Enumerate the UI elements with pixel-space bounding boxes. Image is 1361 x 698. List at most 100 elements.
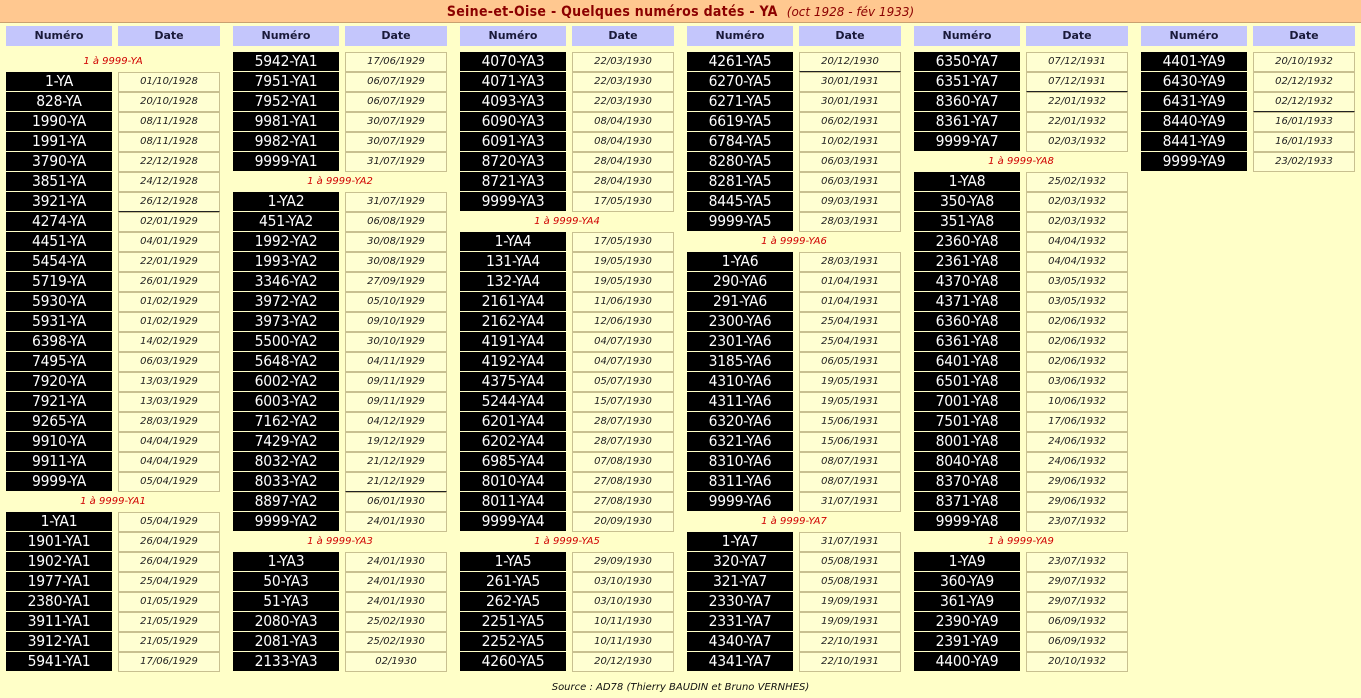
- plate-number: 132-YA4: [460, 272, 566, 291]
- plate-number: 9999-YA5: [687, 212, 793, 231]
- plate-date: 10/06/1932: [1026, 392, 1128, 412]
- header-date: Date: [345, 26, 447, 46]
- title-subtitle: (oct 1928 - fév 1933): [786, 5, 915, 19]
- table-row: 2300-YA6 25/04/1931: [687, 312, 901, 332]
- plate-number: 3790-YA: [6, 152, 112, 171]
- plate-date: 25/02/1932: [1026, 172, 1128, 192]
- plate-date: 20/09/1930: [572, 512, 674, 532]
- table-row: 291-YA6 01/04/1931: [687, 292, 901, 312]
- plate-number: 1-YA6: [687, 252, 793, 271]
- table-row: 361-YA9 29/07/1932: [914, 592, 1128, 612]
- plate-number: 1-YA4: [460, 232, 566, 251]
- plate-number: 6501-YA8: [914, 372, 1020, 391]
- plate-date: 30/10/1929: [345, 332, 447, 352]
- plate-date: 02/01/1929: [118, 212, 220, 232]
- plate-date: 24/12/1928: [118, 172, 220, 192]
- plate-number: 6350-YA7: [914, 52, 1020, 71]
- table-row: 3790-YA 22/12/1928: [6, 152, 220, 172]
- table-row: 1993-YA2 30/08/1929: [233, 252, 447, 272]
- plate-number: 7920-YA: [6, 372, 112, 391]
- table-row: 4192-YA4 04/07/1930: [460, 352, 674, 372]
- plate-number: 4070-YA3: [460, 52, 566, 71]
- table-row: 8010-YA4 27/08/1930: [460, 472, 674, 492]
- table-row: 7920-YA 13/03/1929: [6, 372, 220, 392]
- plate-number: 5454-YA: [6, 252, 112, 271]
- plate-number: 8280-YA5: [687, 152, 793, 171]
- table-row: 9911-YA 04/04/1929: [6, 452, 220, 472]
- plate-date: 05/07/1930: [572, 372, 674, 392]
- plate-number: 6401-YA8: [914, 352, 1020, 371]
- table-row: 6361-YA8 02/06/1932: [914, 332, 1128, 352]
- table-row: 4370-YA8 03/05/1932: [914, 272, 1128, 292]
- table-row: 1-YA 01/10/1928: [6, 72, 220, 92]
- plate-number: 8311-YA6: [687, 472, 793, 491]
- source-footer: Source : AD78 (Thierry BAUDIN et Bruno V…: [551, 682, 810, 693]
- plate-number: 291-YA6: [687, 292, 793, 311]
- header-numero: Numéro: [687, 26, 793, 46]
- table-row: 7162-YA2 04/12/1929: [233, 412, 447, 432]
- table-row: 9981-YA1 30/07/1929: [233, 112, 447, 132]
- plate-date: 24/01/1930: [345, 592, 447, 612]
- plate-date: 07/12/1931: [1026, 52, 1128, 72]
- plate-date: 30/08/1929: [345, 232, 447, 252]
- plate-date: 06/07/1929: [345, 92, 447, 112]
- plate-number: 7001-YA8: [914, 392, 1020, 411]
- table-row: 2080-YA3 25/02/1930: [233, 612, 447, 632]
- plate-number: 8897-YA2: [233, 492, 339, 511]
- plate-number: 9999-YA4: [460, 512, 566, 531]
- table-row: 51-YA3 24/01/1930: [233, 592, 447, 612]
- plate-number: 4401-YA9: [1141, 52, 1247, 71]
- table-row: 1-YA2 31/07/1929: [233, 192, 447, 212]
- plate-number: 6398-YA: [6, 332, 112, 351]
- plate-date: 03/06/1932: [1026, 372, 1128, 392]
- plate-date: 21/12/1929: [345, 472, 447, 492]
- plate-number: 7162-YA2: [233, 412, 339, 431]
- plate-date: 31/07/1931: [799, 532, 901, 552]
- plate-number: 5648-YA2: [233, 352, 339, 371]
- plate-date: 01/10/1928: [118, 72, 220, 92]
- plate-number: 5931-YA: [6, 312, 112, 331]
- series-range-label: 1 à 9999-YA9: [988, 536, 1054, 547]
- plate-date: 04/04/1929: [118, 452, 220, 472]
- plates-column-1: Numéro Date 1 à 9999-YA 1-YA 01/10/1928 828-Y…: [6, 26, 220, 672]
- plate-date: 28/07/1930: [572, 432, 674, 452]
- plate-date: 24/06/1932: [1026, 432, 1128, 452]
- table-row: 8441-YA9 16/01/1933: [1141, 132, 1355, 152]
- plate-number: 262-YA5: [460, 592, 566, 611]
- plate-date: 26/04/1929: [118, 532, 220, 552]
- plate-number: 6431-YA9: [1141, 92, 1247, 111]
- table-row: 2380-YA1 01/05/1929: [6, 592, 220, 612]
- plate-date: 30/08/1929: [345, 252, 447, 272]
- plate-date: 31/07/1929: [345, 152, 447, 172]
- table-row: 8721-YA3 28/04/1930: [460, 172, 674, 192]
- table-row: 451-YA2 06/08/1929: [233, 212, 447, 232]
- plate-date: 02/12/1932: [1253, 72, 1355, 92]
- plate-number: 51-YA3: [233, 592, 339, 611]
- plate-number: 2162-YA4: [460, 312, 566, 331]
- plate-number: 1990-YA: [6, 112, 112, 131]
- table-row: 6401-YA8 02/06/1932: [914, 352, 1128, 372]
- plate-number: 5719-YA: [6, 272, 112, 291]
- plate-date: 22/01/1932: [1026, 112, 1128, 132]
- table-row: 1902-YA1 26/04/1929: [6, 552, 220, 572]
- plate-number: 6270-YA5: [687, 72, 793, 91]
- table-row: 2331-YA7 19/09/1931: [687, 612, 901, 632]
- plate-date: 25/02/1930: [345, 612, 447, 632]
- plate-date: 21/12/1929: [345, 452, 447, 472]
- plate-date: 03/05/1932: [1026, 272, 1128, 292]
- plate-date: 19/12/1929: [345, 432, 447, 452]
- plate-number: 6202-YA4: [460, 432, 566, 451]
- plate-number: 261-YA5: [460, 572, 566, 591]
- table-row: 7921-YA 13/03/1929: [6, 392, 220, 412]
- plates-column-4: Numéro Date 4261-YA5 20/12/1930 6270-YA5 30/0…: [687, 26, 901, 672]
- plate-date: 19/09/1931: [799, 612, 901, 632]
- table-row: 1-YA1 05/04/1929: [6, 512, 220, 532]
- plate-date: 17/06/1932: [1026, 412, 1128, 432]
- plate-date: 13/03/1929: [118, 392, 220, 412]
- table-row: 8032-YA2 21/12/1929: [233, 452, 447, 472]
- table-row: 6398-YA 14/02/1929: [6, 332, 220, 352]
- plate-number: 6361-YA8: [914, 332, 1020, 351]
- plate-date: 04/04/1929: [118, 432, 220, 452]
- plate-number: 7921-YA: [6, 392, 112, 411]
- plate-date: 15/06/1931: [799, 432, 901, 452]
